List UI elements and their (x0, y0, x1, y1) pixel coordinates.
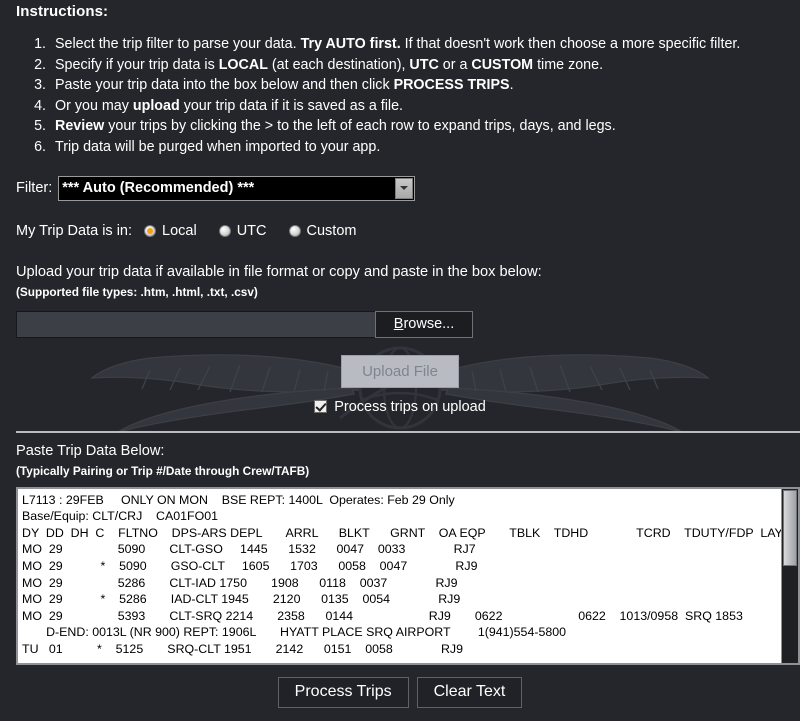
radio-icon-custom[interactable] (288, 224, 301, 237)
radio-label-utc: UTC (236, 222, 267, 239)
trip-data-textarea[interactable]: L7113 : 29FEB ONLY ON MON BSE REPT: 1400… (16, 486, 800, 665)
browse-accesskey: B (393, 316, 404, 333)
radio-icon-utc[interactable] (218, 224, 231, 237)
chevron-down-icon[interactable] (395, 177, 414, 199)
trip-data-content[interactable]: L7113 : 29FEB ONLY ON MON BSE REPT: 1400… (18, 489, 781, 663)
trip-data-line-1: L7113 : 29FEB ONLY ON MON BSE REPT: 1400… (22, 492, 455, 507)
instructions-title: Instructions: (16, 3, 109, 20)
trip-data-line-4: MO 29 5090 CLT-GSO 1445 1532 0047 0033 R… (22, 542, 476, 557)
filter-row: Filter: *** Auto (Recommended) *** (16, 175, 792, 201)
instruction-item-2: Specify if your trip data is LOCAL (at e… (50, 55, 792, 76)
timezone-radio-group: My Trip Data is in: Local UTC Custom (16, 223, 792, 239)
browse-button[interactable]: Browse... (375, 310, 473, 338)
file-upload-row: Browse... (16, 310, 473, 338)
instructions-list: Select the trip filter to parse your dat… (8, 34, 792, 158)
radio-option-custom[interactable]: Custom (288, 222, 357, 239)
instruction-item-4: Or you may upload your trip data if it i… (50, 96, 792, 117)
file-path-input[interactable] (16, 310, 375, 338)
process-on-upload-row[interactable]: Process trips on upload (8, 399, 792, 415)
action-button-row: Process Trips Clear Text (8, 676, 792, 708)
process-on-upload-label: Process trips on upload (334, 398, 486, 415)
upload-heading: Upload your trip data if available in fi… (16, 263, 542, 280)
checkbox-icon-process-on-upload[interactable] (314, 400, 328, 414)
radio-option-utc[interactable]: UTC (218, 222, 267, 239)
instruction-item-6: Trip data will be purged when imported t… (50, 137, 792, 158)
trip-data-line-5: MO 29 * 5090 GSO-CLT 1605 1703 0058 0047… (22, 558, 478, 573)
clear-text-button[interactable]: Clear Text (416, 676, 523, 708)
upload-subheading: (Supported file types: .htm, .html, .txt… (16, 284, 258, 299)
filter-label: Filter: (16, 180, 53, 197)
timezone-label: My Trip Data is in: (16, 222, 133, 239)
instruction-item-1: Select the trip filter to parse your dat… (50, 34, 792, 55)
paste-subheading: (Typically Pairing or Trip #/Date throug… (16, 463, 310, 478)
trip-data-line-3: DY DD DH C FLTNO DPS-ARS DEPL ARRL BLKT … (22, 525, 781, 540)
radio-icon-local[interactable] (144, 224, 157, 237)
filter-selected-value: *** Auto (Recommended) *** (62, 180, 255, 197)
section-divider (16, 430, 800, 433)
instruction-item-5: Review your trips by clicking the > to t… (50, 116, 792, 137)
trip-data-line-10: TU 01 * 5125 SRQ-CLT 1951 2142 0151 0058… (22, 641, 463, 656)
filter-select[interactable]: *** Auto (Recommended) *** (58, 175, 416, 201)
upload-file-button[interactable]: Upload File (341, 354, 459, 388)
trip-data-line-9: D-END: 0013L (NR 900) REPT: 1906L HYATT … (22, 625, 567, 640)
trip-data-line-8: MO 29 5393 CLT-SRQ 2214 2358 0144 RJ9 06… (22, 608, 743, 623)
upload-button-row: Upload File (8, 354, 792, 388)
paste-heading: Paste Trip Data Below: (16, 442, 165, 459)
trip-data-line-6: MO 29 5286 CLT-IAD 1750 1908 0118 0037 R… (22, 575, 458, 590)
radio-label-local: Local (162, 222, 197, 239)
scrollbar-thumb[interactable] (783, 489, 797, 566)
radio-option-local[interactable]: Local (144, 223, 197, 239)
instruction-item-3: Paste your trip data into the box below … (50, 75, 792, 96)
browse-label-rest: rowse... (403, 316, 455, 333)
textarea-scrollbar[interactable] (781, 488, 798, 663)
radio-label-custom: Custom (306, 222, 357, 239)
trip-data-line-7: MO 29 * 5286 IAD-CLT 1945 2120 0135 0054… (22, 592, 461, 607)
process-trips-button[interactable]: Process Trips (277, 676, 409, 708)
trip-data-line-2: Base/Equip: CLT/CRJ CA01FO01 (22, 509, 219, 524)
